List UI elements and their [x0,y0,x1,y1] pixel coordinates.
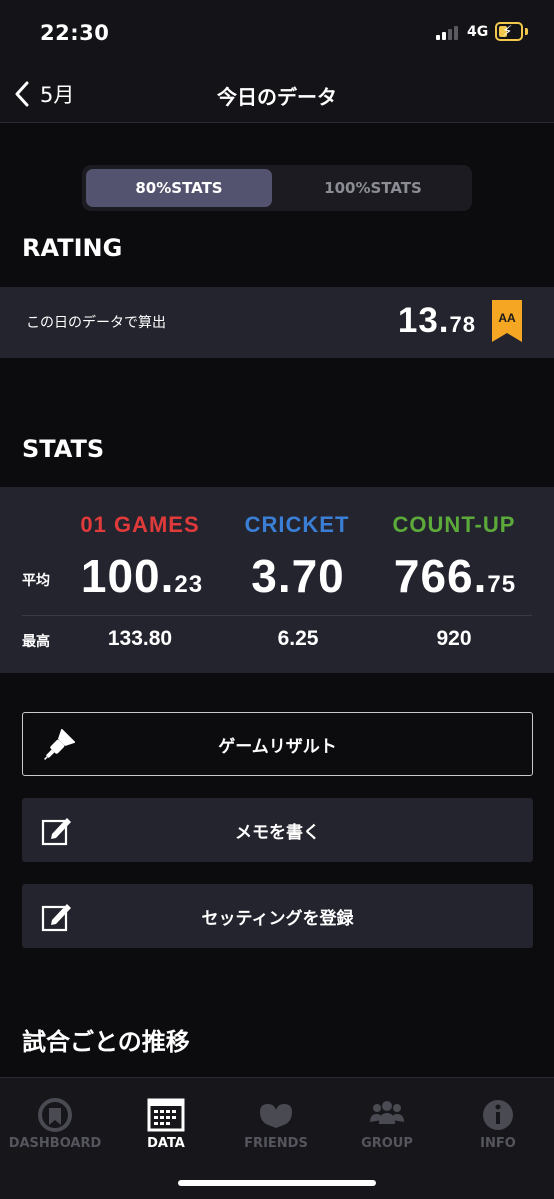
edit-icon [41,818,71,846]
calendar-icon [147,1098,185,1132]
stats-divider [22,615,532,616]
avg-01-games-decimal: 23 [174,571,204,598]
home-indicator [178,1180,376,1186]
network-label: 4G [467,24,489,40]
stats-section-title: STATS [22,435,105,463]
max-cricket: 6.25 [277,627,319,650]
rating-value: 13.78 [398,301,476,341]
write-memo-button[interactable]: メモを書く [22,798,533,862]
group-icon [370,1101,404,1124]
write-memo-label: メモを書く [235,822,320,843]
dashboard-icon [38,1098,72,1132]
navigation-bar: 5月 今日のデータ [0,66,554,123]
avg-01-games-main: 100. [80,550,175,602]
column-header-01-games: 01 GAMES [80,512,200,537]
max-row-label: 最高 [22,634,50,650]
rating-row: この日のデータで算出 13.78 [0,287,554,358]
avg-cricket: 3.70 [218,549,378,603]
rating-label: この日のデータで算出 [26,315,166,331]
status-time: 22:30 [40,21,110,45]
column-header-count-up: COUNT-UP [392,512,516,537]
avg-01-games: 100.23 [62,549,222,603]
info-icon [483,1100,513,1130]
tab-data-label: DATA [147,1136,185,1151]
segment-80-stats[interactable]: 80%STATS [86,169,272,207]
tab-group[interactable]: GROUP [332,1078,442,1158]
stats-table: 01 GAMES CRICKET COUNT-UP 平均 100.23 3.70… [0,487,554,673]
avg-cricket-main: 3.70 [251,550,345,602]
max-count-up: 920 [436,627,472,650]
page-title: 今日のデータ [217,85,337,109]
dart-icon [44,729,75,760]
tab-dashboard[interactable]: DASHBOARD [0,1078,110,1158]
edit-icon [41,904,71,932]
status-bar: 22:30 4G ⚡ [0,0,554,66]
rating-value-main: 13. [397,301,450,340]
max-01-games: 133.80 [107,627,173,650]
avg-count-up-decimal: 75 [487,571,517,598]
battery-cap [525,28,528,35]
column-header-cricket: CRICKET [244,512,350,537]
tab-friends[interactable]: FRIENDS [221,1078,331,1158]
register-setting-label: セッティングを登録 [201,908,354,929]
tab-friends-label: FRIENDS [244,1136,308,1151]
tab-group-label: GROUP [361,1136,413,1151]
avg-count-up: 766.75 [375,549,535,603]
tab-info[interactable]: INFO [443,1078,553,1158]
tab-dashboard-label: DASHBOARD [8,1136,102,1151]
battery-charging-icon: ⚡ [495,22,523,41]
game-result-label: ゲームリザルト [218,736,337,757]
rating-badge-icon: AA [492,300,522,342]
avg-count-up-main: 766. [393,550,488,602]
avg-row-label: 平均 [22,573,50,589]
tab-info-label: INFO [480,1136,516,1151]
trend-section-title: 試合ごとの推移 [22,1028,190,1056]
tab-data[interactable]: DATA [111,1078,221,1158]
rating-value-decimal: 78 [449,312,476,337]
register-setting-button[interactable]: セッティングを登録 [22,884,533,948]
rating-badge-label: AA [498,311,516,325]
stats-mode-segmented-control: 80%STATS 100%STATS [82,165,472,211]
rating-section-title: RATING [22,234,123,262]
friends-icon [260,1104,292,1128]
screen: 22:30 4G ⚡ 5月 今日のデータ 80%STATS 100%STATS … [0,0,554,1199]
game-result-button[interactable]: ゲームリザルト [22,712,533,776]
segment-100-stats[interactable]: 100%STATS [278,169,468,207]
signal-icon [436,26,462,40]
